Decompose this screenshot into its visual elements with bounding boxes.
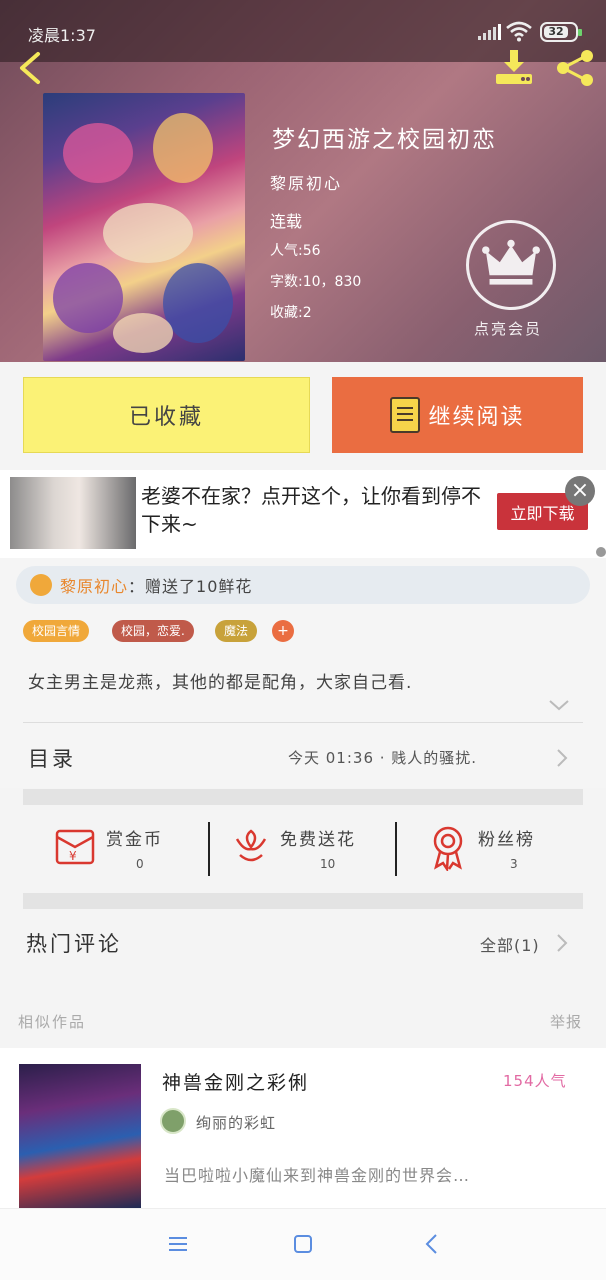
close-icon[interactable]: × — [565, 476, 595, 506]
stat-label: 免费送花 — [280, 830, 356, 850]
vip-label[interactable]: 点亮会员 — [474, 318, 542, 339]
status-time: 凌晨1:37 — [28, 26, 96, 45]
stat-label: 赏金币 — [106, 830, 163, 850]
hot-comments-title: 热门评论 — [26, 932, 122, 956]
book-cover[interactable] — [43, 93, 245, 361]
report-link[interactable]: 举报 — [550, 1011, 582, 1032]
chevron-right-icon — [557, 934, 568, 952]
share-icon[interactable] — [554, 48, 596, 88]
battery-icon: 32 — [540, 22, 582, 42]
latest-chapter[interactable]: 今天 01:36 · 贱人的骚扰. — [288, 747, 477, 768]
book-popularity: 人气:56 — [270, 243, 321, 259]
gift-text: ：赠送了10鲜花 — [128, 577, 253, 596]
ad-image[interactable] — [10, 477, 136, 549]
book-author[interactable]: 黎原初心 — [270, 170, 342, 194]
tag-1[interactable]: 校园，恋爱. — [112, 620, 194, 642]
divider — [395, 822, 397, 876]
similar-works-title: 相似作品 — [18, 1013, 87, 1031]
continue-reading-button[interactable]: 继续阅读 — [332, 377, 583, 453]
ad-text[interactable]: 老婆不在家？点开这个，让你看到停不下来~ — [141, 482, 481, 538]
stat-value: 10 — [320, 857, 336, 871]
ad-mark-icon — [596, 547, 606, 557]
book-intro: 女主男主是龙燕，其他的都是配角，大家自己看. — [28, 673, 413, 693]
recommended-book-title[interactable]: 神兽金刚之彩俐 — [162, 1068, 309, 1095]
book-header: 凌晨1:37 32 梦幻西游之校园初恋 黎原初心 连载 人气:56 字数:10，… — [0, 0, 606, 362]
recommended-book-cover[interactable] — [19, 1064, 141, 1208]
all-comments-link[interactable]: 全部(1) — [480, 932, 540, 956]
continue-reading-label: 继续阅读 — [428, 405, 525, 430]
free-flowers[interactable]: 免费送花 10 — [226, 805, 386, 893]
section-divider — [23, 893, 583, 909]
flower-icon — [235, 829, 267, 862]
add-tag-button[interactable]: + — [272, 620, 294, 642]
signal-icon — [478, 24, 501, 40]
stat-value: 0 — [136, 857, 144, 871]
tag-0[interactable]: 校园言情 — [23, 620, 90, 642]
crown-icon[interactable] — [466, 220, 556, 310]
menu-icon[interactable] — [164, 1230, 192, 1258]
book-word-count: 字数:10，830 — [270, 274, 362, 290]
avatar — [160, 1108, 186, 1134]
book-icon — [390, 397, 421, 433]
book-status: 连载 — [270, 212, 303, 231]
toc-label: 目录 — [28, 747, 76, 771]
tag-2[interactable]: 魔法 — [215, 620, 258, 642]
fan-ranking[interactable]: 粉丝榜 3 — [420, 805, 580, 893]
back-icon[interactable] — [418, 1230, 446, 1258]
wifi-icon — [506, 21, 532, 42]
recommended-book-author: 绚丽的彩虹 — [196, 1114, 277, 1132]
book-title: 梦幻西游之校园初恋 — [272, 127, 497, 153]
chevron-right-icon — [557, 749, 568, 767]
recommended-book-popularity: 154人气 — [503, 1072, 567, 1090]
gift-notice[interactable]: 黎原初心 ：赠送了10鲜花 — [16, 566, 590, 604]
favorited-button[interactable]: 已收藏 — [23, 377, 310, 453]
divider — [208, 822, 210, 876]
reward-coins[interactable]: ¥ 赏金币 0 — [40, 805, 200, 893]
flower-icon — [30, 574, 52, 596]
section-divider — [23, 789, 583, 805]
battery-level: 32 — [544, 26, 568, 38]
gift-user: 黎原初心 — [60, 577, 129, 596]
stat-label: 粉丝榜 — [478, 830, 535, 850]
chevron-down-icon[interactable] — [548, 698, 570, 712]
medal-icon — [433, 826, 463, 871]
book-favorites: 收藏:2 — [270, 305, 312, 321]
stat-value: 3 — [510, 857, 518, 871]
svg-text:¥: ¥ — [69, 849, 77, 863]
recommended-book-description: 当巴啦啦小魔仙来到神兽金刚的世界会… — [164, 1166, 471, 1185]
red-envelope-icon: ¥ — [55, 829, 95, 865]
download-icon[interactable] — [494, 48, 534, 88]
back-button[interactable] — [14, 50, 46, 86]
home-icon[interactable] — [289, 1230, 317, 1258]
